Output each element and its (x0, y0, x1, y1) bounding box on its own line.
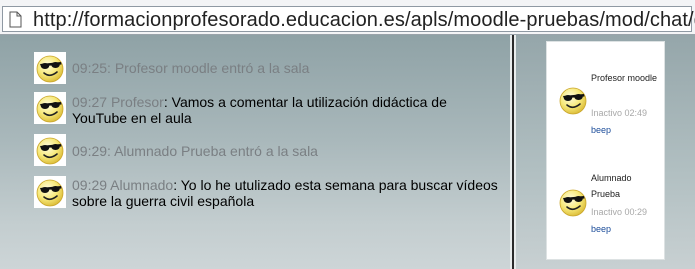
user-name: Alumnado Prueba (591, 173, 632, 199)
user-idle-status: Inactivo 00:29 (591, 207, 648, 217)
page-icon (9, 11, 22, 28)
smiley-sunglasses-icon (557, 186, 589, 218)
address-bar: http://formacionprofesorado.educacion.es… (0, 0, 695, 35)
user-list: Profesor moodle Inactivo 02:49 beep Alum… (546, 41, 665, 260)
user-name: Profesor moodle (591, 73, 658, 83)
message-time: 09:27 (72, 94, 108, 110)
message-author: Profesor (110, 94, 164, 110)
user-idle-status: Inactivo 02:49 (591, 108, 648, 118)
message-author: Alumnado (110, 177, 174, 193)
url-field[interactable]: http://formacionprofesorado.educacion.es… (2, 6, 695, 32)
smiley-sunglasses-icon (557, 84, 589, 116)
smiley-sunglasses-icon (34, 176, 66, 208)
message-time: 09:25: (72, 60, 111, 76)
smiley-sunglasses-icon (34, 52, 66, 84)
beep-link[interactable]: beep (591, 125, 611, 135)
url-text: http://formacionprofesorado.educacion.es… (33, 9, 695, 31)
message-text: Profesor moodle entró a la sala (114, 60, 310, 76)
smiley-sunglasses-icon (34, 134, 66, 166)
message-time: 09:29 (72, 177, 108, 193)
message-text: Alumnado Prueba entró a la sala (114, 143, 318, 159)
message-time: 09:29: (72, 143, 111, 159)
beep-link[interactable]: beep (591, 224, 611, 234)
smiley-sunglasses-icon (34, 92, 66, 124)
